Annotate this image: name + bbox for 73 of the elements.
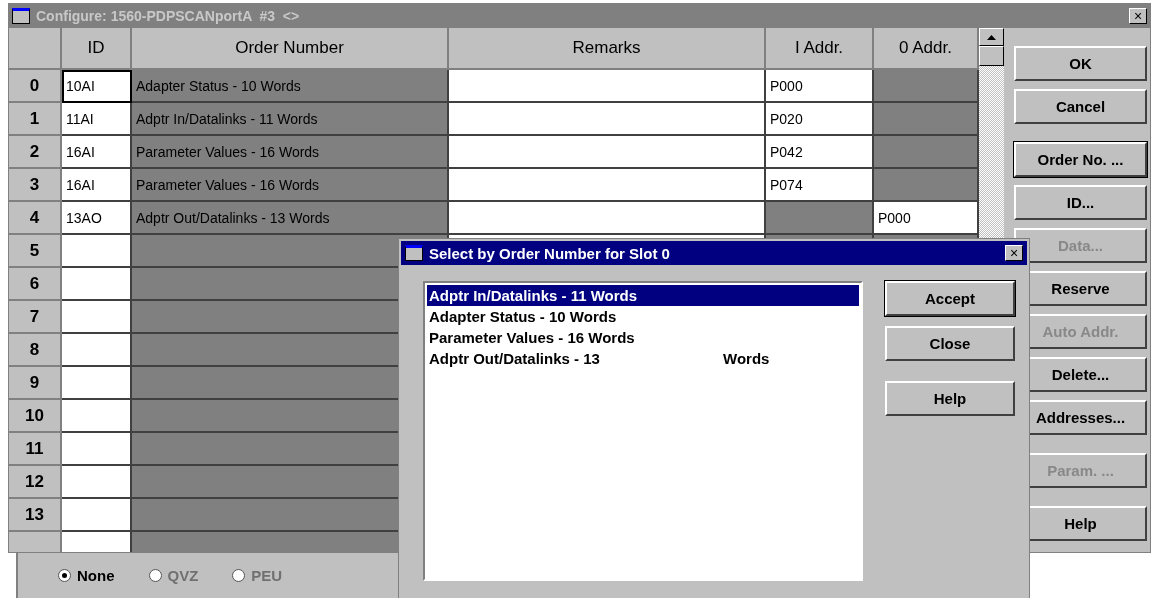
table-cell[interactable] [62,268,132,301]
column-header[interactable]: Remarks [449,28,766,70]
close-button[interactable]: × [1129,8,1147,24]
dialog-button[interactable]: Accept [885,281,1015,316]
row-header[interactable]: 6 [9,268,62,301]
dialog-button[interactable]: Order No. ... [1014,142,1147,177]
table-cell[interactable] [874,169,979,202]
row-header[interactable]: 12 [9,466,62,499]
list-item[interactable]: Adptr Out/Datalinks - 13 Words [427,348,859,369]
table-cell[interactable] [874,103,979,136]
dialog-button[interactable]: Close [885,326,1015,361]
table-cell[interactable] [62,235,132,268]
table-cell[interactable]: 13AO [62,202,132,235]
row-header[interactable]: 11 [9,433,62,466]
table-cell[interactable] [62,499,132,532]
table-cell[interactable] [62,433,132,466]
table-cell[interactable]: 10AI [62,70,132,103]
row-header[interactable]: 13 [9,499,62,532]
table-cell[interactable]: P000 [874,202,979,235]
table-cell[interactable] [874,70,979,103]
row-header[interactable]: 1 [9,103,62,136]
scroll-up-icon [987,34,996,40]
table-cell[interactable]: Adptr Out/Datalinks - 13 Words [132,202,449,235]
dialog-button[interactable]: Help [885,381,1015,416]
dialog-title: Select by Order Number for Slot 0 [429,244,671,262]
row-header[interactable]: 3 [9,169,62,202]
row-header[interactable]: 8 [9,334,62,367]
table-cell[interactable] [62,367,132,400]
column-header[interactable]: I Addr. [766,28,874,70]
window-menu-icon[interactable] [12,8,30,24]
row-header[interactable]: 0 [9,70,62,103]
table-cell[interactable]: 16AI [62,169,132,202]
radio-option[interactable]: None [58,567,115,584]
table-cell[interactable] [62,400,132,433]
table-cell[interactable]: Adapter Status - 10 Words [132,70,449,103]
dialog-button[interactable]: OK [1014,46,1147,81]
table-cell[interactable]: P020 [766,103,874,136]
table-cell[interactable] [449,103,766,136]
table-cell[interactable] [62,466,132,499]
list-item[interactable]: Parameter Values - 16 Words [427,327,859,348]
table-cell[interactable]: 11AI [62,103,132,136]
dialog-button[interactable]: ID... [1014,185,1147,220]
table-cell[interactable] [449,202,766,235]
table-cell[interactable] [874,136,979,169]
column-header[interactable]: Order Number [132,28,449,70]
table-cell[interactable] [62,301,132,334]
table-cell[interactable]: Parameter Values - 16 Words [132,136,449,169]
row-header[interactable]: 9 [9,367,62,400]
table-cell[interactable]: P000 [766,70,874,103]
list-item[interactable]: Adptr In/Datalinks - 11 Words [427,285,859,306]
row-header[interactable]: 10 [9,400,62,433]
table-cell[interactable]: Parameter Values - 16 Words [132,169,449,202]
scroll-thumb[interactable] [979,46,1004,66]
row-header[interactable]: 5 [9,235,62,268]
table-cell[interactable]: P042 [766,136,874,169]
row-header[interactable]: 4 [9,202,62,235]
table-cell[interactable] [62,334,132,367]
table-cell[interactable]: 16AI [62,136,132,169]
table-cell[interactable] [766,202,874,235]
table-cell[interactable] [449,169,766,202]
table-cell[interactable] [449,70,766,103]
window-menu-icon[interactable] [405,245,423,261]
table-cell[interactable]: Adptr In/Datalinks - 11 Words [132,103,449,136]
column-header[interactable]: 0 Addr. [874,28,979,70]
column-header[interactable]: ID [62,28,132,70]
close-button[interactable]: × [1005,245,1023,261]
row-header[interactable]: 7 [9,301,62,334]
row-header[interactable]: 2 [9,136,62,169]
dialog-button[interactable]: Cancel [1014,89,1147,124]
window-title: Configure: 1560-PDPSCANportA #3 <> [36,8,301,24]
table-cell[interactable] [449,136,766,169]
list-item[interactable]: Adapter Status - 10 Words [427,306,859,327]
table-cell[interactable]: P074 [766,169,874,202]
